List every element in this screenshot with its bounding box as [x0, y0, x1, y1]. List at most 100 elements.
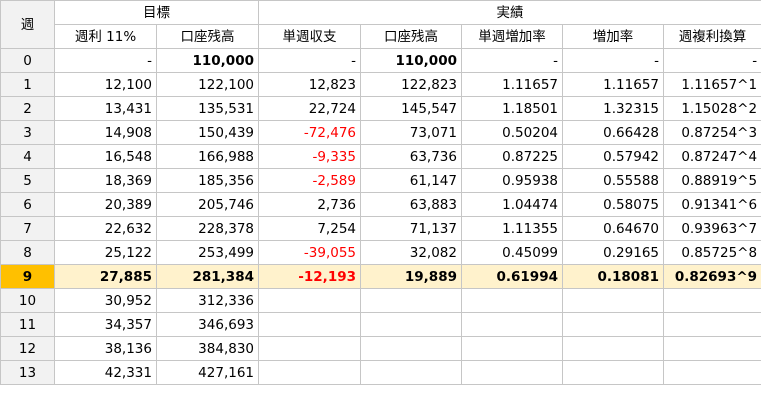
cell-target-weekly[interactable]: 13,431 [54, 96, 157, 121]
cell-weekly-rate[interactable] [461, 360, 563, 385]
cell-growth-rate[interactable]: - [562, 48, 664, 73]
cell-weekly-rate[interactable]: 0.61994 [461, 264, 563, 289]
cell-actual-balance[interactable] [360, 360, 462, 385]
cell-target-balance[interactable]: 312,336 [156, 288, 259, 313]
row-header-week[interactable]: 4 [0, 144, 55, 169]
col-header-compound[interactable]: 週複利換算 [662, 24, 761, 49]
col-header-growth-rate[interactable]: 増加率 [562, 24, 664, 49]
cell-compound[interactable]: 0.87254^3 [662, 120, 761, 145]
row-header-week[interactable]: 13 [0, 360, 55, 385]
cell-weekly-pl[interactable]: - [258, 48, 361, 73]
cell-growth-rate[interactable]: 0.55588 [562, 168, 664, 193]
cell-target-weekly[interactable]: 22,632 [54, 216, 157, 241]
cell-target-weekly[interactable]: 18,369 [54, 168, 157, 193]
cell-target-balance[interactable]: 166,988 [156, 144, 259, 169]
cell-target-weekly[interactable]: 30,952 [54, 288, 157, 313]
col-header-weekly-rate[interactable]: 単週増加率 [461, 24, 563, 49]
cell-compound[interactable]: 0.85725^8 [662, 240, 761, 265]
row-header-week[interactable]: 5 [0, 168, 55, 193]
cell-weekly-pl[interactable]: -12,193 [258, 264, 361, 289]
row-header-week[interactable]: 3 [0, 120, 55, 145]
actual-group-header[interactable]: 実績 [257, 0, 761, 25]
col-header-weekly-pl[interactable]: 単週収支 [258, 24, 361, 49]
cell-target-weekly[interactable]: - [54, 48, 157, 73]
cell-weekly-rate[interactable]: 1.11657 [461, 72, 563, 97]
cell-compound[interactable]: 0.91341^6 [662, 192, 761, 217]
cell-weekly-rate[interactable]: 0.50204 [461, 120, 563, 145]
cell-target-balance[interactable]: 384,830 [156, 336, 259, 361]
cell-compound[interactable]: 0.87247^4 [662, 144, 761, 169]
cell-target-balance[interactable]: 281,384 [156, 264, 259, 289]
cell-actual-balance[interactable]: 63,883 [360, 192, 462, 217]
cell-weekly-pl[interactable] [258, 312, 361, 337]
cell-weekly-rate[interactable]: 1.04474 [461, 192, 563, 217]
col-header-target-balance[interactable]: 口座残高 [156, 24, 259, 49]
cell-target-balance[interactable]: 205,746 [156, 192, 259, 217]
cell-compound[interactable] [662, 312, 761, 337]
cell-target-balance[interactable]: 122,100 [156, 72, 259, 97]
col-header-target-weekly[interactable]: 週利 11% [54, 24, 157, 49]
cell-target-weekly[interactable]: 14,908 [54, 120, 157, 145]
cell-weekly-rate[interactable]: 0.45099 [461, 240, 563, 265]
row-header-week[interactable]: 10 [0, 288, 55, 313]
cell-actual-balance[interactable]: 61,147 [360, 168, 462, 193]
cell-actual-balance[interactable]: 73,071 [360, 120, 462, 145]
cell-growth-rate[interactable] [562, 336, 664, 361]
cell-growth-rate[interactable] [562, 312, 664, 337]
cell-growth-rate[interactable]: 0.57942 [562, 144, 664, 169]
row-header-week[interactable]: 0 [0, 48, 55, 73]
cell-compound[interactable]: 0.88919^5 [662, 168, 761, 193]
row-header-week[interactable]: 2 [0, 96, 55, 121]
cell-target-weekly[interactable]: 38,136 [54, 336, 157, 361]
target-group-header[interactable]: 目標 [54, 0, 259, 25]
week-column-header[interactable]: 週 [0, 0, 55, 49]
cell-actual-balance[interactable]: 19,889 [360, 264, 462, 289]
cell-actual-balance[interactable]: 32,082 [360, 240, 462, 265]
cell-weekly-rate[interactable] [461, 288, 563, 313]
cell-weekly-rate[interactable]: 1.11355 [461, 216, 563, 241]
cell-weekly-pl[interactable]: 7,254 [258, 216, 361, 241]
cell-growth-rate[interactable]: 0.64670 [562, 216, 664, 241]
cell-weekly-pl[interactable]: 12,823 [258, 72, 361, 97]
cell-weekly-pl[interactable]: -72,476 [258, 120, 361, 145]
cell-actual-balance[interactable] [360, 312, 462, 337]
cell-growth-rate[interactable] [562, 360, 664, 385]
cell-growth-rate[interactable]: 1.32315 [562, 96, 664, 121]
cell-weekly-pl[interactable] [258, 360, 361, 385]
cell-weekly-rate[interactable] [461, 336, 563, 361]
row-header-week[interactable]: 9 [0, 264, 55, 289]
cell-target-balance[interactable]: 346,693 [156, 312, 259, 337]
cell-target-weekly[interactable]: 42,331 [54, 360, 157, 385]
cell-target-balance[interactable]: 135,531 [156, 96, 259, 121]
row-header-week[interactable]: 8 [0, 240, 55, 265]
cell-actual-balance[interactable] [360, 288, 462, 313]
cell-actual-balance[interactable] [360, 336, 462, 361]
cell-actual-balance[interactable]: 145,547 [360, 96, 462, 121]
cell-growth-rate[interactable]: 0.18081 [562, 264, 664, 289]
cell-target-weekly[interactable]: 12,100 [54, 72, 157, 97]
cell-compound[interactable]: 0.82693^9 [662, 264, 761, 289]
cell-growth-rate[interactable]: 0.29165 [562, 240, 664, 265]
cell-target-balance[interactable]: 228,378 [156, 216, 259, 241]
cell-growth-rate[interactable]: 0.58075 [562, 192, 664, 217]
cell-weekly-pl[interactable] [258, 336, 361, 361]
cell-compound[interactable] [662, 360, 761, 385]
cell-target-weekly[interactable]: 34,357 [54, 312, 157, 337]
cell-weekly-rate[interactable]: 0.87225 [461, 144, 563, 169]
cell-target-balance[interactable]: 150,439 [156, 120, 259, 145]
row-header-week[interactable]: 11 [0, 312, 55, 337]
cell-growth-rate[interactable]: 0.66428 [562, 120, 664, 145]
cell-weekly-rate[interactable]: - [461, 48, 563, 73]
cell-actual-balance[interactable]: 122,823 [360, 72, 462, 97]
cell-weekly-pl[interactable]: 2,736 [258, 192, 361, 217]
cell-target-balance[interactable]: 110,000 [156, 48, 259, 73]
cell-compound[interactable]: 1.11657^1 [662, 72, 761, 97]
cell-growth-rate[interactable]: 1.11657 [562, 72, 664, 97]
cell-actual-balance[interactable]: 71,137 [360, 216, 462, 241]
cell-target-balance[interactable]: 185,356 [156, 168, 259, 193]
cell-compound[interactable]: 1.15028^2 [662, 96, 761, 121]
cell-weekly-rate[interactable] [461, 312, 563, 337]
cell-target-weekly[interactable]: 27,885 [54, 264, 157, 289]
cell-actual-balance[interactable]: 110,000 [360, 48, 462, 73]
cell-growth-rate[interactable] [562, 288, 664, 313]
